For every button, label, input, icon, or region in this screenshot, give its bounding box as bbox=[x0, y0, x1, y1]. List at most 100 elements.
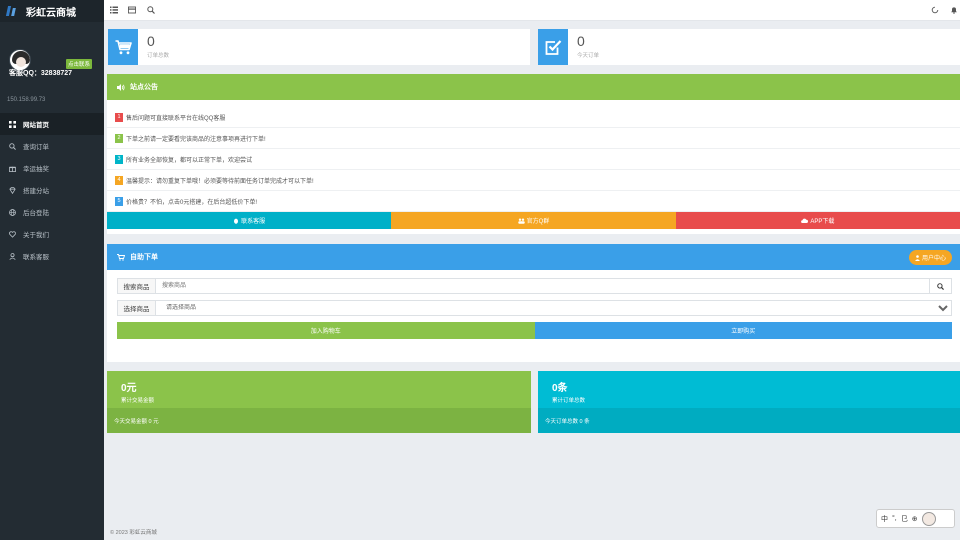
notice-text: 所有业务全部恢复，都可以正常下单，欢迎尝试 bbox=[126, 157, 253, 164]
sidebar-item-label: 后台登陆 bbox=[23, 210, 49, 217]
ime-mascot-icon bbox=[921, 511, 936, 526]
cart-icon bbox=[115, 39, 132, 54]
sidebar-item-label: 搭建分站 bbox=[23, 188, 49, 195]
sidebar-item-label: 关于我们 bbox=[23, 232, 49, 239]
summary-footer: 今天交易金额 0 元 bbox=[107, 408, 531, 433]
stat-label: 今天订单 bbox=[577, 53, 600, 59]
ip-address: 150.158.99.73 bbox=[7, 97, 46, 103]
button-label: APP下载 bbox=[810, 219, 835, 225]
search-button[interactable] bbox=[929, 279, 951, 293]
summary-card-amount: 0元 累计交易金额 今天交易金额 0 元 bbox=[107, 371, 531, 433]
app-download-button[interactable]: APP下载 bbox=[675, 212, 960, 229]
search-icon bbox=[937, 282, 944, 290]
summary-value: 0元 bbox=[121, 383, 137, 394]
grid-icon bbox=[9, 120, 16, 128]
checkbox-icon bbox=[545, 39, 561, 55]
summary-label: 累计交易金额 bbox=[121, 398, 155, 404]
notice-text: 售后问题可直接联系平台在线QQ客服 bbox=[126, 115, 226, 122]
notice-text: 温馨提示：请勿重复下单哦！必须要等待前面任务订单完成才可以下单! bbox=[126, 178, 314, 185]
sidebar-item-lottery[interactable]: 幸运抽奖 bbox=[0, 157, 104, 179]
group-icon bbox=[517, 218, 525, 224]
brand-logo-icon bbox=[6, 4, 18, 18]
button-label: 官方Q群 bbox=[526, 219, 550, 225]
user-icon bbox=[9, 252, 16, 260]
sidebar-item-build-site[interactable]: 搭建分站 bbox=[0, 179, 104, 201]
notice-list: 1 售后问题可直接联系平台在线QQ客服 2 下单之前请一定要看完该商品的注意事项再进… bbox=[107, 100, 960, 212]
notice-buttons: 联系客服 官方Q群 APP下载 bbox=[107, 212, 960, 229]
notice-text: 价格贵？不怕，点击0元搭建，在后台超低价下单! bbox=[126, 199, 258, 206]
sidebar-item-query-order[interactable]: 查询订单 bbox=[0, 135, 104, 157]
sidebar: 彩虹云商城 点击联系 客服QQ：32838727 150.158.99.73 网… bbox=[0, 0, 104, 540]
diamond-icon bbox=[9, 186, 16, 194]
notice-header: 站点公告 bbox=[107, 74, 960, 100]
order-form: 搜索商品 选择商品 请选择商品 加入购物车 立即购买 bbox=[107, 270, 960, 339]
search-icon bbox=[9, 142, 16, 150]
summary-card-orders: 0条 累计订单总数 今天订单总数 0 条 bbox=[538, 371, 960, 433]
cloud-download-icon bbox=[801, 218, 809, 223]
notice-item: 5 价格贵？不怕，点击0元搭建，在后台超低价下单! bbox=[107, 191, 960, 212]
notice-item: 1 售后问题可直接联系平台在线QQ客服 bbox=[107, 107, 960, 128]
refresh-icon[interactable] bbox=[931, 6, 939, 14]
panel-title: 自助下单 bbox=[130, 254, 158, 261]
sidebar-nav: 网站首页 查询订单 幸运抽奖 搭建分站 后台登陆 关于我们 联系客服 bbox=[0, 113, 104, 267]
globe-icon bbox=[9, 208, 16, 216]
summary-value: 0条 bbox=[552, 383, 568, 394]
order-actions: 加入购物车 立即购买 bbox=[117, 322, 952, 339]
sidebar-item-admin-login[interactable]: 后台登陆 bbox=[0, 201, 104, 223]
product-select[interactable]: 请选择商品 bbox=[156, 301, 951, 315]
notice-number: 4 bbox=[115, 175, 123, 185]
notice-item: 3 所有业务全部恢复，都可以正常下单，欢迎尝试 bbox=[107, 149, 960, 170]
buy-now-button[interactable]: 立即购买 bbox=[534, 322, 952, 339]
contact-service-button[interactable]: 联系客服 bbox=[107, 212, 392, 229]
search-input[interactable] bbox=[156, 279, 929, 293]
official-group-button[interactable]: 官方Q群 bbox=[391, 212, 676, 229]
bell-icon[interactable] bbox=[950, 6, 958, 14]
notice-text: 下单之前请一定要看完该商品的注意事项再进行下单! bbox=[126, 136, 266, 143]
ime-punctuation[interactable]: °, bbox=[892, 515, 897, 522]
sidebar-item-label: 幸运抽奖 bbox=[23, 166, 49, 173]
search-icon[interactable] bbox=[147, 6, 155, 14]
notice-number: 2 bbox=[115, 133, 123, 143]
gift-icon bbox=[9, 166, 16, 172]
sidebar-item-about[interactable]: 关于我们 bbox=[0, 223, 104, 245]
sidebar-item-label: 网站首页 bbox=[23, 122, 49, 129]
top-bar bbox=[104, 0, 960, 21]
sidebar-item-label: 查询订单 bbox=[23, 144, 49, 151]
footer-copyright: © 2023 彩虹云商城 bbox=[110, 530, 157, 536]
stat-label: 订单总数 bbox=[147, 53, 170, 59]
notice-item: 4 温馨提示：请勿重复下单哦！必须要等待前面任务订单完成才可以下单! bbox=[107, 170, 960, 191]
stat-card-total-orders: 0 订单总数 bbox=[108, 29, 530, 65]
notice-item: 2 下单之前请一定要看完该商品的注意事项再进行下单! bbox=[107, 128, 960, 149]
order-header: 自助下单 用户中心 bbox=[107, 244, 960, 270]
notice-number: 1 bbox=[115, 112, 123, 122]
sidebar-item-label: 联系客服 bbox=[23, 254, 49, 261]
button-label: 用户中心 bbox=[921, 256, 946, 262]
heart-icon bbox=[9, 230, 16, 238]
stat-value: 0 bbox=[147, 33, 155, 49]
add-to-cart-button[interactable]: 加入购物车 bbox=[117, 322, 535, 339]
ime-item[interactable]: 㔾 bbox=[901, 514, 908, 524]
volume-icon bbox=[117, 83, 125, 91]
notice-panel: 站点公告 1 售后问题可直接联系平台在线QQ客服 2 下单之前请一定要看完该商品的注… bbox=[107, 74, 960, 234]
card-icon[interactable] bbox=[128, 6, 136, 14]
search-label: 搜索商品 bbox=[118, 279, 156, 293]
stat-card-today-orders: 0 今天订单 bbox=[538, 29, 960, 65]
sidebar-item-home[interactable]: 网站首页 bbox=[0, 113, 104, 135]
select-label: 选择商品 bbox=[118, 301, 156, 315]
user-center-button[interactable]: 用户中心 bbox=[908, 250, 952, 265]
sidebar-item-contact[interactable]: 联系客服 bbox=[0, 245, 104, 267]
ime-item[interactable]: ⊕ bbox=[912, 515, 918, 523]
user-icon bbox=[914, 254, 920, 261]
order-panel: 自助下单 用户中心 搜索商品 选择商品 请选择商品 加入购物车 立即购买 bbox=[107, 244, 960, 362]
summary-footer: 今天订单总数 0 条 bbox=[538, 408, 960, 433]
summary-label: 累计订单总数 bbox=[552, 398, 586, 404]
ime-language[interactable]: 中 bbox=[881, 514, 888, 524]
list-menu-icon[interactable] bbox=[110, 6, 118, 14]
panel-title: 站点公告 bbox=[130, 84, 158, 91]
brand-bar[interactable]: 彩虹云商城 bbox=[0, 0, 104, 22]
select-row: 选择商品 请选择商品 bbox=[117, 300, 952, 316]
qq-label: 客服QQ：32838727 bbox=[9, 70, 73, 77]
ime-toolbar[interactable]: 中 °, 㔾 ⊕ bbox=[876, 509, 955, 528]
search-row: 搜索商品 bbox=[117, 278, 952, 294]
cart-icon bbox=[117, 253, 125, 261]
